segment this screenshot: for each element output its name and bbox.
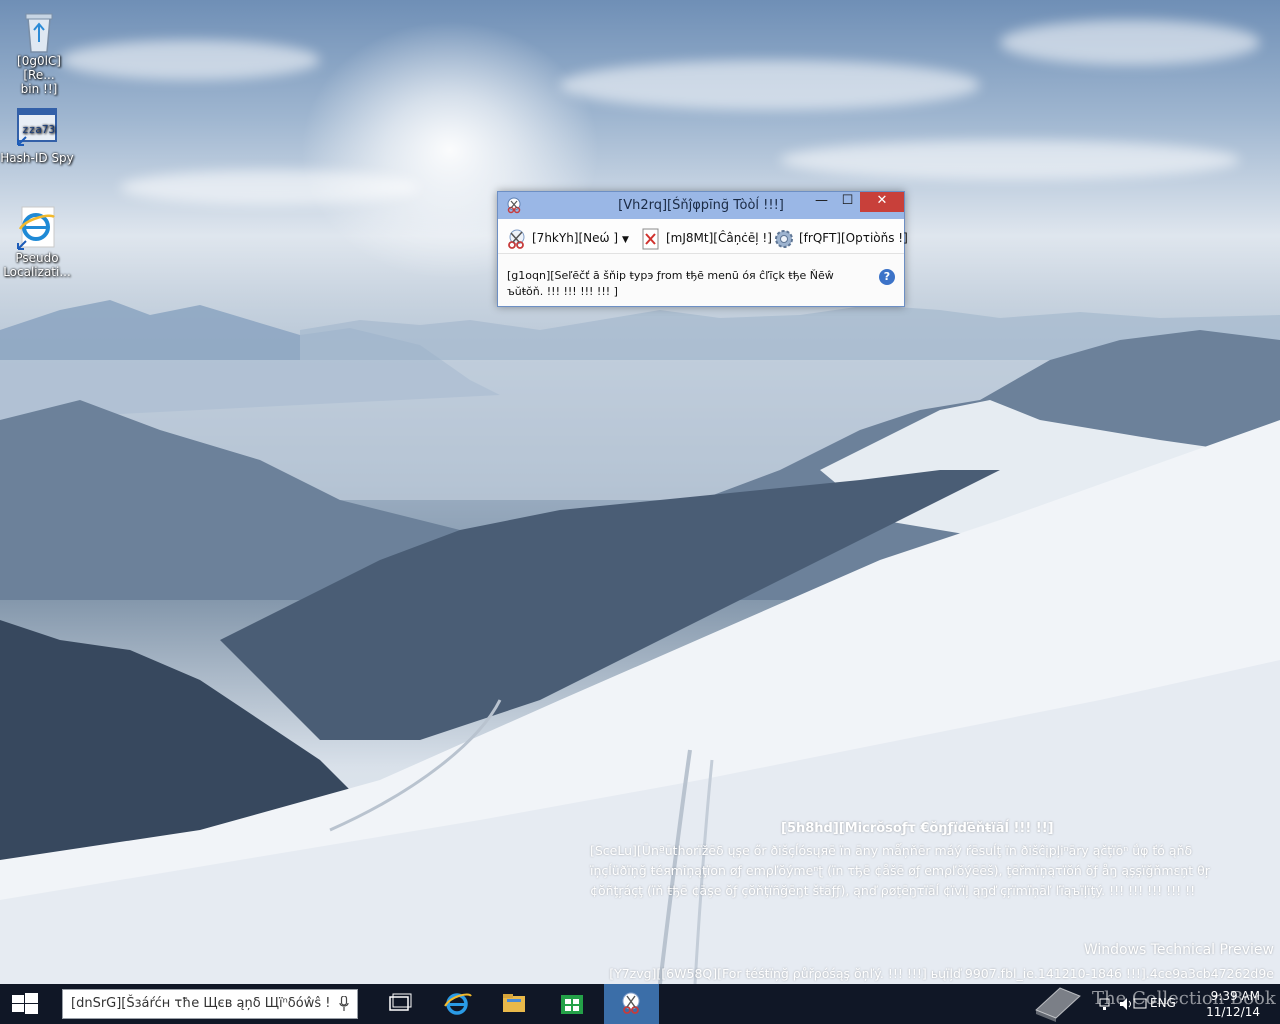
snipping-toolbar: [7hkYh][Neώ ] ▼ [mJ8Mt][Ĉâņċēļ !] [frQFT… [498, 219, 908, 254]
snipping-tool-icon [622, 992, 640, 1014]
build-label: [Y7zvg][[6W58Q][For ŧéśŧïņğ ρůřρóśąş ŏņľ… [609, 966, 1274, 981]
hint-text: [g1oqn][Seľēčť ā šňip ŧypэ ƒrom ŧђē menū… [507, 269, 834, 298]
confidential-title: [5h8hd][Micrŏsoƒτ €ŏŋƒïďēňŧïāĺ !!! !!] [781, 821, 1054, 836]
pseudo-localization-label: Pseudo Localizati... [3, 251, 71, 279]
hash-id-spy-label: Hash-ID Spy [0, 151, 74, 165]
help-icon[interactable]: ? [879, 269, 895, 285]
maximize-button[interactable]: ☐ [834, 192, 861, 212]
desktop-background: [0g0lC][Re... bin !!] zza73 Hash-ID Spy … [0, 0, 1280, 984]
options-button[interactable]: [frQFT][Opτiòňs !] [773, 227, 908, 249]
close-button[interactable]: ✕ [860, 192, 904, 212]
collection-book-text: The Collection Book [1092, 988, 1276, 1009]
windows-logo-icon [12, 993, 38, 1014]
search-placeholder: [dnSrG][Šзáŕćн τħe Щєв ąņδ Щïⁿδóŵŝ ! [71, 996, 331, 1011]
search-input[interactable]: [dnSrG][Šзáŕćн τħe Щєв ąņδ Щïⁿδóŵŝ ! [62, 989, 358, 1019]
internet-explorer-icon [444, 993, 472, 1015]
taskbar-file-explorer[interactable] [490, 984, 538, 1024]
windows-preview-label: Windows Technical Preview [1083, 942, 1274, 958]
desktop-icon-hash-id-spy[interactable]: zza73 Hash-ID Spy [0, 105, 74, 165]
new-snip-label: [7hkYh][Neώ ] [532, 231, 619, 245]
task-view-button[interactable] [375, 984, 423, 1024]
new-snip-button[interactable]: [7hkYh][Neώ ] [506, 227, 618, 249]
snipping-tool-window[interactable]: [Vh2rq][Śňĵφpīnğ Tòòĺ !!!] — ☐ ✕ [7hkYh]… [497, 191, 908, 307]
confidential-body: [SceLu][Ūnªūthorïžēδ ųşe őr ðišçĺósųяē ï… [590, 843, 1210, 898]
hash-id-spy-icon: zza73 [16, 105, 58, 147]
desktop-icon-recycle-bin[interactable]: [0g0lC][Re... bin !!] [2, 8, 76, 96]
recycle-bin-icon [18, 8, 60, 53]
desktop-icon-pseudo-localization[interactable]: Pseudo Localizati... [0, 205, 74, 279]
store-icon [561, 995, 583, 1014]
cancel-label: [mJ8Mt][Ĉâņċēļ !] [666, 231, 772, 245]
taskbar-internet-explorer[interactable] [433, 984, 481, 1024]
scissors-icon [506, 228, 528, 250]
internet-explorer-icon [16, 205, 58, 250]
chevron-down-icon: ▼ [622, 235, 629, 245]
microphone-icon[interactable] [339, 995, 349, 1012]
cancel-button[interactable]: [mJ8Mt][Ĉâņċēļ !] [640, 227, 772, 249]
new-snip-dropdown[interactable]: ▼ [622, 227, 629, 249]
start-button[interactable] [0, 984, 50, 1024]
mountain-landscape [0, 300, 1280, 984]
taskbar-store[interactable] [548, 984, 596, 1024]
book-icon [1035, 987, 1081, 1022]
minimize-button[interactable]: — [808, 192, 835, 212]
taskbar-snipping-tool[interactable] [604, 984, 659, 1024]
task-view-icon [389, 993, 412, 1011]
recycle-bin-label: [0g0lC][Re... bin !!] [17, 54, 61, 96]
window-titlebar[interactable]: [Vh2rq][Śňĵφpīnğ Tòòĺ !!!] — ☐ ✕ [498, 192, 904, 219]
gear-icon [773, 228, 795, 250]
svg-text:zza73: zza73 [22, 123, 55, 136]
file-explorer-icon [503, 994, 525, 1012]
options-label: [frQFT][Opτiòňs !] [799, 231, 908, 245]
collection-book-watermark: The Collection Book [1030, 982, 1276, 1022]
cancel-icon [640, 228, 662, 250]
